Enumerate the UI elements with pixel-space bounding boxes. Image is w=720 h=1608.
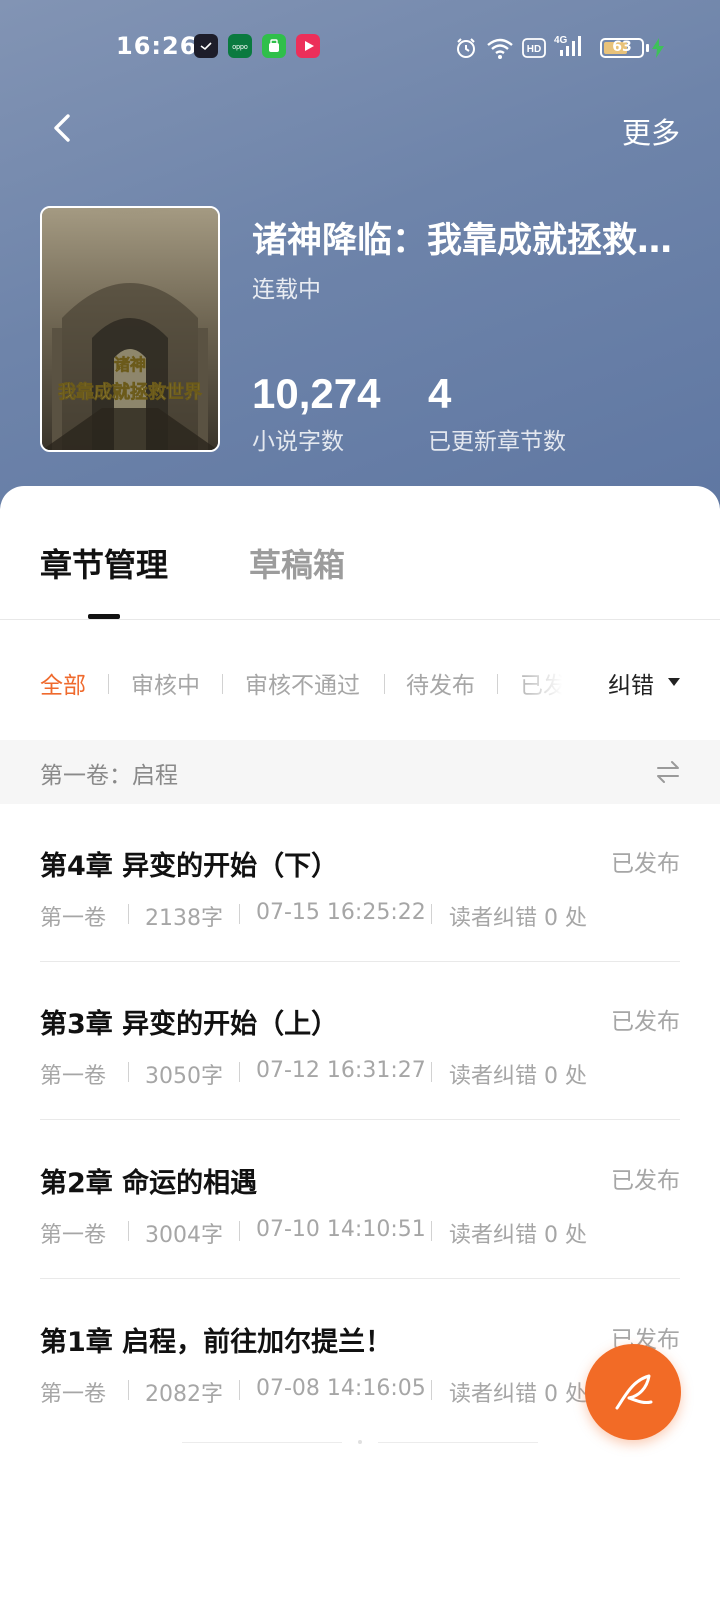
chapter-volume: 第一卷 [40, 906, 107, 931]
volume-header: 第一卷：启程 [0, 740, 720, 804]
filter-all[interactable]: 全部 [40, 666, 86, 700]
svg-text:oppo: oppo [232, 44, 248, 51]
filter-separator [222, 674, 223, 694]
meta-separator [239, 1221, 240, 1241]
row-divider [40, 1278, 680, 1279]
alarm-icon [454, 36, 478, 64]
cover-image: 诸神 我靠成就拯救世界 [42, 208, 218, 450]
tab-drafts[interactable]: 草稿箱 [249, 540, 345, 586]
list-end-line [182, 1442, 342, 1443]
meta-separator [128, 904, 129, 924]
chapter-title: 第4章 异变的开始（下） [40, 851, 339, 882]
meta-separator [128, 1380, 129, 1400]
cover-title-line2: 我靠成就拯救世界 [58, 381, 202, 403]
filter-separator [108, 674, 109, 694]
battery-icon: 63 [600, 38, 644, 58]
meta-separator [239, 1062, 240, 1082]
list-end-dot [358, 1440, 362, 1444]
hd-icon: HD [522, 38, 546, 62]
chapter-row[interactable]: 第2章 命运的相遇 已发布 第一卷 3004字 07-10 14:10:51 读… [0, 1121, 720, 1279]
tab-divider [0, 619, 720, 620]
meta-separator [128, 1221, 129, 1241]
chapter-word-count: 3004字 [145, 1223, 223, 1248]
cover-title-line1: 诸神 [114, 355, 146, 374]
chapter-word-count: 3050字 [145, 1064, 223, 1089]
chapter-row[interactable]: 第4章 异变的开始（下） 已发布 第一卷 2138字 07-15 16:25:2… [0, 804, 720, 962]
list-end-line [378, 1442, 538, 1443]
filter-separator [497, 674, 498, 694]
book-cover[interactable]: 诸神 我靠成就拯救世界 [40, 206, 220, 452]
book-title: 诸神降临：我靠成就拯救… [252, 221, 673, 261]
chapter-corrections: 读者纠错 0 处 [449, 1223, 587, 1248]
chapter-timestamp: 07-10 14:10:51 [256, 1217, 426, 1242]
filter-pending-publish[interactable]: 待发布 [406, 666, 475, 700]
filter-fade-overlay [510, 660, 580, 704]
chapter-corrections: 读者纠错 0 处 [449, 906, 587, 931]
chapter-title: 第2章 命运的相遇 [40, 1168, 258, 1199]
chapter-status: 已发布 [611, 1168, 680, 1194]
battery-level: 63 [612, 39, 632, 55]
row-divider [40, 1119, 680, 1120]
chapter-corrections: 读者纠错 0 处 [449, 1064, 587, 1089]
chapter-word-count: 2082字 [145, 1382, 223, 1407]
svg-text:4G: 4G [554, 35, 568, 46]
word-count-value: 10,274 [252, 370, 381, 417]
meta-separator [431, 1062, 432, 1082]
swap-order-icon[interactable] [654, 758, 682, 786]
wifi-icon [486, 36, 514, 64]
quill-pen-icon [615, 1374, 653, 1410]
chapter-status: 已发布 [611, 851, 680, 877]
chapter-word-count: 2138字 [145, 906, 223, 931]
book-status: 连载中 [252, 277, 321, 303]
meta-separator [431, 904, 432, 924]
video-app-icon [296, 34, 320, 58]
charging-bolt-icon [652, 38, 664, 62]
back-button[interactable] [42, 108, 82, 148]
chevron-left-icon [54, 114, 70, 142]
clock-app-icon [194, 34, 218, 58]
filter-separator [384, 674, 385, 694]
chapter-timestamp: 07-12 16:31:27 [256, 1058, 426, 1083]
green-app-icon [262, 34, 286, 58]
chapter-timestamp: 07-15 16:25:22 [256, 900, 426, 925]
cellular-signal-icon: 4G [554, 32, 590, 64]
write-chapter-button[interactable] [585, 1344, 681, 1440]
chapter-volume: 第一卷 [40, 1223, 107, 1248]
status-bar: 16:26 oppo HD 4G 63 [0, 28, 720, 68]
chapter-corrections: 读者纠错 0 处 [449, 1382, 587, 1407]
volume-name: 第一卷：启程 [40, 763, 178, 789]
chapter-volume: 第一卷 [40, 1064, 107, 1089]
filter-rejected[interactable]: 审核不通过 [245, 666, 360, 700]
meta-separator [239, 1380, 240, 1400]
svg-text:HD: HD [527, 44, 541, 55]
chapter-timestamp: 07-08 14:16:05 [256, 1376, 426, 1401]
meta-separator [239, 904, 240, 924]
caret-down-icon[interactable] [668, 678, 680, 686]
chapter-count-label: 已更新章节数 [428, 429, 566, 455]
battery-tip [646, 44, 649, 52]
chapter-status: 已发布 [611, 1009, 680, 1035]
chapter-count-value: 4 [428, 370, 452, 417]
sort-dropdown[interactable]: 纠错 [608, 666, 654, 700]
chapter-title: 第3章 异变的开始（上） [40, 1009, 339, 1040]
meta-separator [128, 1062, 129, 1082]
tab-chapter-management[interactable]: 章节管理 [40, 540, 168, 586]
chapter-row[interactable]: 第3章 异变的开始（上） 已发布 第一卷 3050字 07-12 16:31:2… [0, 962, 720, 1120]
word-count-label: 小说字数 [252, 429, 344, 455]
more-button[interactable]: 更多 [622, 110, 680, 152]
chapter-volume: 第一卷 [40, 1382, 107, 1407]
meta-separator [431, 1380, 432, 1400]
status-time: 16:26 [116, 32, 198, 60]
filter-reviewing[interactable]: 审核中 [131, 666, 200, 700]
meta-separator [431, 1221, 432, 1241]
status-filter-bar: 全部 审核中 审核不通过 待发布 已发 纠错 [0, 660, 720, 704]
chapter-title: 第1章 启程，前往加尔提兰！ [40, 1327, 393, 1358]
oppo-app-icon: oppo [228, 34, 252, 58]
